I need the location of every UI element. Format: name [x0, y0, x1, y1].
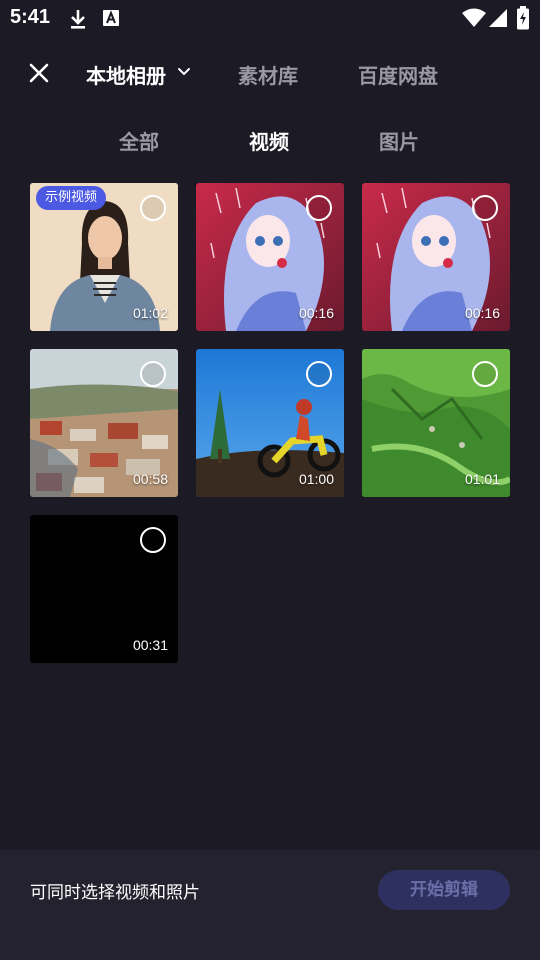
start-editing-button[interactable]: 开始剪辑	[378, 870, 510, 910]
media-tile[interactable]: 00:16	[196, 183, 344, 331]
bottom-bar: 可同时选择视频和照片 开始剪辑	[0, 850, 540, 960]
video-duration: 01:02	[132, 305, 168, 321]
select-checkbox[interactable]	[140, 361, 166, 387]
select-checkbox[interactable]	[140, 527, 166, 553]
close-button[interactable]	[24, 58, 54, 88]
status-time: 5:41	[10, 6, 51, 28]
chevron-down-icon[interactable]	[176, 64, 192, 80]
media-tile[interactable]: 01:00	[196, 349, 344, 497]
media-tile[interactable]: 00:58	[30, 349, 178, 497]
source-tab-material-library[interactable]: 素材库	[238, 60, 298, 89]
select-checkbox[interactable]	[306, 195, 332, 221]
status-bar: 5:41	[0, 0, 540, 40]
signal-icon	[488, 8, 508, 32]
video-duration: 00:16	[464, 305, 500, 321]
media-type-tabs: 全部 视频 图片	[0, 118, 540, 158]
download-icon	[68, 8, 88, 34]
close-icon	[29, 63, 49, 83]
media-tile[interactable]: 00:31	[30, 515, 178, 663]
select-checkbox[interactable]	[472, 195, 498, 221]
sample-video-badge: 示例视频	[36, 186, 107, 210]
video-duration: 00:58	[132, 471, 168, 487]
wifi-icon	[462, 8, 486, 32]
tab-all[interactable]: 全部	[119, 126, 159, 155]
select-checkbox[interactable]	[472, 361, 498, 387]
video-duration: 01:01	[464, 471, 500, 487]
select-checkbox[interactable]	[306, 361, 332, 387]
media-tile[interactable]: 示例视频 01:02	[30, 183, 178, 331]
tab-video[interactable]: 视频	[249, 126, 289, 155]
tab-image[interactable]: 图片	[379, 126, 419, 155]
source-tab-local-album[interactable]: 本地相册	[86, 60, 166, 89]
selection-hint: 可同时选择视频和照片	[30, 883, 200, 903]
media-tile[interactable]: 01:01	[362, 349, 510, 497]
video-duration: 00:16	[298, 305, 334, 321]
battery-charging-icon	[516, 6, 530, 34]
source-tab-baidu-netdisk[interactable]: 百度网盘	[358, 60, 438, 89]
media-tile[interactable]: 00:16	[362, 183, 510, 331]
video-duration: 00:31	[132, 637, 168, 653]
video-duration: 01:00	[298, 471, 334, 487]
select-checkbox[interactable]	[140, 195, 166, 221]
top-nav: 本地相册 素材库 百度网盘	[0, 50, 540, 94]
font-a-icon	[102, 8, 120, 32]
